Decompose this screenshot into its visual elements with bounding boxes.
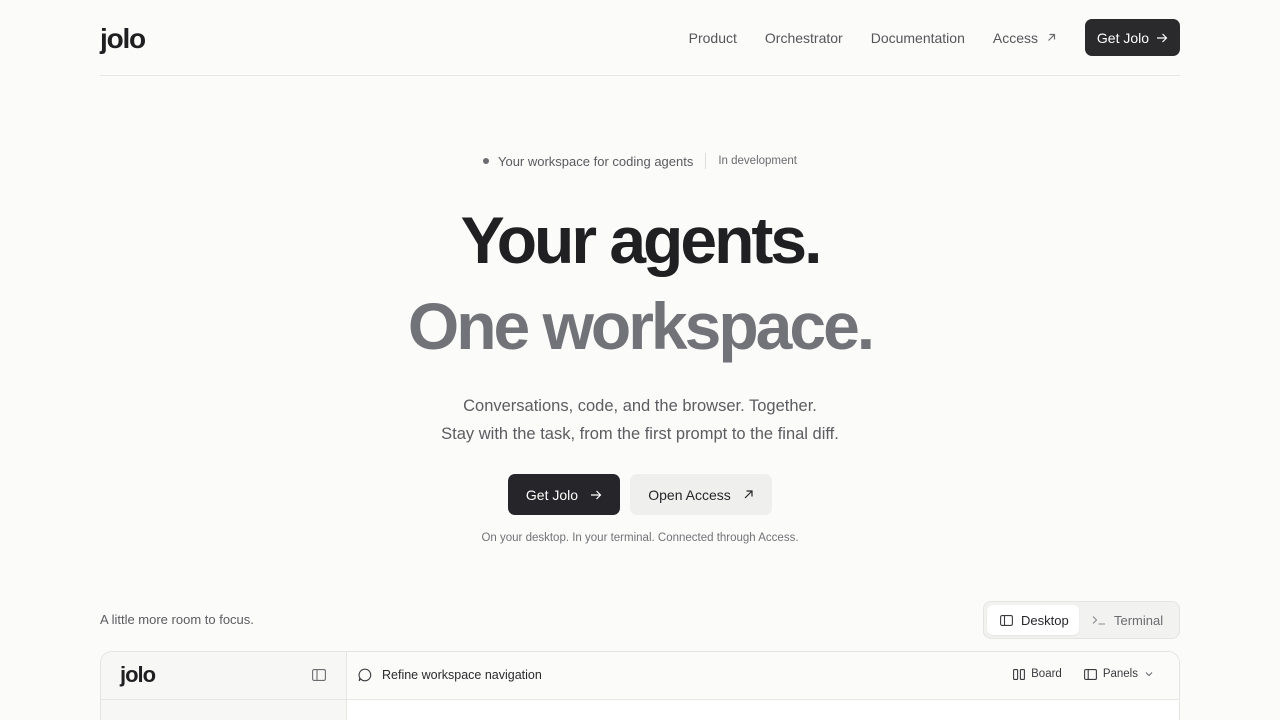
nav-orchestrator-label: Orchestrator <box>764 29 843 46</box>
view-toggle: Desktop Terminal <box>983 601 1180 639</box>
window-toolbar: Board Panels <box>991 668 1153 680</box>
sidebar-toggle-icon[interactable] <box>312 669 326 681</box>
pill-divider <box>705 153 707 169</box>
sidebar-layout-icon <box>1000 614 1013 626</box>
arrow-right-icon <box>590 490 602 500</box>
subtitle-line-1: Conversations, code, and the browser. To… <box>463 397 817 415</box>
open-access-label: Open Access <box>648 486 731 503</box>
nav-orchestrator[interactable]: Orchestrator <box>765 29 843 47</box>
site-header: jolo Product Orchestrator Documentation … <box>100 0 1180 76</box>
panels-label: Panels <box>1102 668 1138 680</box>
tab-terminal-label: Terminal <box>1114 612 1164 628</box>
subtitle-line-2: Stay with the task, from the first promp… <box>441 425 839 443</box>
header-get-jolo-button[interactable]: Get Jolo <box>1085 19 1180 56</box>
nav-access[interactable]: Access <box>993 29 1057 47</box>
status-pill: Your workspace for coding agents In deve… <box>0 150 1280 172</box>
get-jolo-label: Get Jolo <box>525 486 579 503</box>
preview-label: A little more room to focus. <box>100 612 254 627</box>
window-sidebar-header: jolo <box>101 652 346 700</box>
board-label: Board <box>1031 668 1062 680</box>
board-button[interactable]: Board <box>1013 668 1062 680</box>
panels-icon <box>1083 668 1097 680</box>
arrow-right-icon <box>1156 33 1168 43</box>
nav-product[interactable]: Product <box>689 29 737 47</box>
panels-dropdown[interactable]: Panels <box>1083 668 1153 680</box>
tab-desktop-label: Desktop <box>1021 612 1069 628</box>
main-nav: Product Orchestrator Documentation Acces… <box>689 19 1180 56</box>
window-logo: jolo <box>120 662 156 687</box>
status-dot <box>482 158 489 164</box>
nav-documentation[interactable]: Documentation <box>871 29 965 47</box>
window-sidebar: jolo <box>101 652 347 720</box>
headline-secondary: One workspace. <box>407 289 875 363</box>
app-window-preview: jolo Refine workspace navigation Board P… <box>100 651 1180 720</box>
arrow-up-right-icon <box>1046 32 1057 43</box>
get-jolo-button[interactable]: Get Jolo <box>508 474 620 515</box>
window-main-header: Refine workspace navigation Board Panels <box>347 652 1179 700</box>
board-columns-icon <box>1013 668 1026 680</box>
nav-access-label: Access <box>992 29 1038 46</box>
platform-note: On your desktop. In your terminal. Conne… <box>481 532 799 544</box>
conversation-title[interactable]: Refine workspace navigation <box>358 668 542 682</box>
headline-primary: Your agents. <box>460 203 823 277</box>
header-get-jolo-label: Get Jolo <box>1096 29 1150 46</box>
nav-documentation-label: Documentation <box>870 29 965 46</box>
hero-cta-row: Get Jolo Open Access <box>0 474 1280 515</box>
nav-product-label: Product <box>688 29 737 46</box>
open-access-button[interactable]: Open Access <box>630 474 772 515</box>
conversation-title-label: Refine workspace navigation <box>382 668 542 682</box>
chevron-down-icon <box>1145 671 1153 677</box>
logo[interactable]: jolo <box>100 22 146 56</box>
pill-tag: In development <box>718 155 797 167</box>
chat-bubble-icon <box>358 668 372 682</box>
tab-desktop[interactable]: Desktop <box>987 605 1079 635</box>
tab-terminal[interactable]: Terminal <box>1079 605 1163 635</box>
arrow-up-right-icon <box>743 489 754 500</box>
pill-text: Your workspace for coding agents <box>497 153 694 169</box>
terminal-icon <box>1092 615 1106 625</box>
